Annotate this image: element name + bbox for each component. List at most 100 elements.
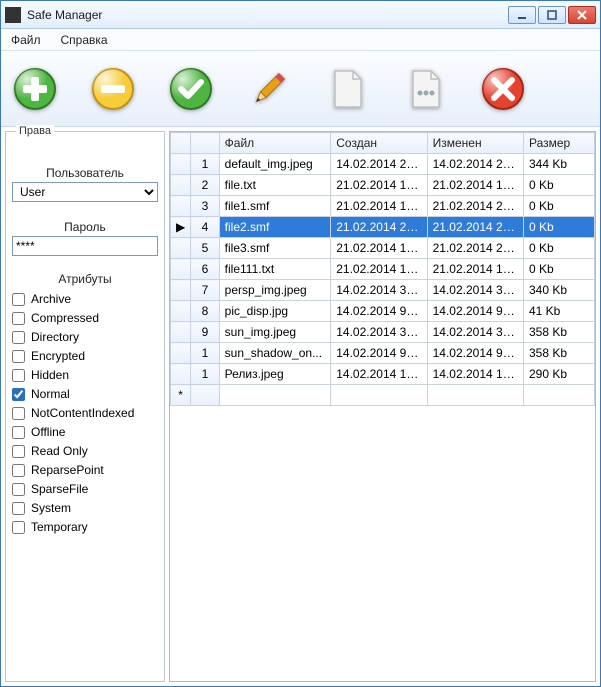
- cell-empty[interactable]: [523, 385, 594, 406]
- table-row[interactable]: 3file1.smf21.02.2014 17:2...21.02.2014 2…: [171, 196, 595, 217]
- cell-modified[interactable]: 21.02.2014 23:0...: [427, 238, 523, 259]
- attr-checkbox[interactable]: [12, 388, 25, 401]
- cell-created[interactable]: 21.02.2014 17:2...: [331, 259, 427, 280]
- cell-size[interactable]: 0 Kb: [523, 238, 594, 259]
- attr-checkbox[interactable]: [12, 445, 25, 458]
- cancel-button[interactable]: [477, 63, 529, 115]
- cell-file[interactable]: persp_img.jpeg: [219, 280, 331, 301]
- cell-modified[interactable]: 14.02.2014 2:54:...: [427, 154, 523, 175]
- cell-modified[interactable]: 14.02.2014 3:10:...: [427, 280, 523, 301]
- cell-created[interactable]: 21.02.2014 17:2...: [331, 196, 427, 217]
- remove-button[interactable]: [87, 63, 139, 115]
- attr-checkbox[interactable]: [12, 369, 25, 382]
- cell-file[interactable]: file1.smf: [219, 196, 331, 217]
- table-row[interactable]: 1Релиз.jpeg14.02.2014 12:5...14.02.2014 …: [171, 364, 595, 385]
- cell-created[interactable]: 14.02.2014 9:43:...: [331, 343, 427, 364]
- attr-checkbox[interactable]: [12, 331, 25, 344]
- cell-size[interactable]: 0 Kb: [523, 259, 594, 280]
- cell-file[interactable]: file111.txt: [219, 259, 331, 280]
- cell-empty[interactable]: [219, 385, 331, 406]
- cell-file[interactable]: file2.smf: [219, 217, 331, 238]
- cell-modified[interactable]: 14.02.2014 9:29:...: [427, 301, 523, 322]
- attr-hidden[interactable]: Hidden: [12, 368, 158, 382]
- table-row[interactable]: 1sun_shadow_on...14.02.2014 9:43:...14.0…: [171, 343, 595, 364]
- cell-modified[interactable]: 14.02.2014 9:43:...: [427, 343, 523, 364]
- cell-file[interactable]: Релиз.jpeg: [219, 364, 331, 385]
- cell-file[interactable]: pic_disp.jpg: [219, 301, 331, 322]
- cell-size[interactable]: 0 Kb: [523, 175, 594, 196]
- cell-created[interactable]: 21.02.2014 17:2...: [331, 175, 427, 196]
- attr-checkbox[interactable]: [12, 293, 25, 306]
- cell-empty[interactable]: [427, 385, 523, 406]
- table-row[interactable]: 7persp_img.jpeg14.02.2014 3:10:...14.02.…: [171, 280, 595, 301]
- cell-size[interactable]: 0 Kb: [523, 217, 594, 238]
- file-options-button[interactable]: [399, 63, 451, 115]
- menu-help[interactable]: Справка: [57, 31, 112, 49]
- cell-modified[interactable]: 14.02.2014 12:5...: [427, 364, 523, 385]
- add-button[interactable]: [9, 63, 61, 115]
- grid-header-indicator[interactable]: [171, 133, 191, 154]
- cell-modified[interactable]: 21.02.2014 22:5...: [427, 217, 523, 238]
- grid-header-file[interactable]: Файл: [219, 133, 331, 154]
- close-button[interactable]: [568, 6, 596, 24]
- table-row[interactable]: 1default_img.jpeg14.02.2014 2:54:...14.0…: [171, 154, 595, 175]
- confirm-button[interactable]: [165, 63, 217, 115]
- cell-size[interactable]: 340 Kb: [523, 280, 594, 301]
- file-grid[interactable]: Файл Создан Изменен Размер 1default_img.…: [169, 131, 596, 682]
- attr-checkbox[interactable]: [12, 407, 25, 420]
- cell-size[interactable]: 358 Kb: [523, 322, 594, 343]
- attr-reparsepoint[interactable]: ReparsePoint: [12, 463, 158, 477]
- cell-file[interactable]: file3.smf: [219, 238, 331, 259]
- attr-encrypted[interactable]: Encrypted: [12, 349, 158, 363]
- table-row[interactable]: 8pic_disp.jpg14.02.2014 9:30:...14.02.20…: [171, 301, 595, 322]
- cell-created[interactable]: 14.02.2014 2:54:...: [331, 154, 427, 175]
- cell-modified[interactable]: 21.02.2014 17:2...: [427, 175, 523, 196]
- cell-created[interactable]: 14.02.2014 3:10:...: [331, 280, 427, 301]
- attr-archive[interactable]: Archive: [12, 292, 158, 306]
- cell-file[interactable]: sun_img.jpeg: [219, 322, 331, 343]
- cell-created[interactable]: 21.02.2014 22:5...: [331, 217, 427, 238]
- attr-sparsefile[interactable]: SparseFile: [12, 482, 158, 496]
- cell-file[interactable]: default_img.jpeg: [219, 154, 331, 175]
- grid-header-number[interactable]: [191, 133, 219, 154]
- attr-read only[interactable]: Read Only: [12, 444, 158, 458]
- attr-checkbox[interactable]: [12, 464, 25, 477]
- cell-file[interactable]: file.txt: [219, 175, 331, 196]
- cell-created[interactable]: 14.02.2014 12:5...: [331, 364, 427, 385]
- attr-offline[interactable]: Offline: [12, 425, 158, 439]
- attr-checkbox[interactable]: [12, 483, 25, 496]
- attr-compressed[interactable]: Compressed: [12, 311, 158, 325]
- table-row[interactable]: 2file.txt21.02.2014 17:2...21.02.2014 17…: [171, 175, 595, 196]
- table-row[interactable]: 5file3.smf21.02.2014 17:5...21.02.2014 2…: [171, 238, 595, 259]
- new-file-button[interactable]: [321, 63, 373, 115]
- cell-size[interactable]: 358 Kb: [523, 343, 594, 364]
- cell-created[interactable]: 14.02.2014 3:21:...: [331, 322, 427, 343]
- cell-size[interactable]: 344 Kb: [523, 154, 594, 175]
- attr-system[interactable]: System: [12, 501, 158, 515]
- edit-button[interactable]: [243, 63, 295, 115]
- maximize-button[interactable]: [538, 6, 566, 24]
- table-row[interactable]: 6file111.txt21.02.2014 17:2...21.02.2014…: [171, 259, 595, 280]
- table-row[interactable]: 9sun_img.jpeg14.02.2014 3:21:...14.02.20…: [171, 322, 595, 343]
- grid-header-size[interactable]: Размер: [523, 133, 594, 154]
- attr-checkbox[interactable]: [12, 350, 25, 363]
- attr-directory[interactable]: Directory: [12, 330, 158, 344]
- minimize-button[interactable]: [508, 6, 536, 24]
- user-select[interactable]: User: [12, 182, 158, 202]
- cell-empty[interactable]: [331, 385, 427, 406]
- attr-checkbox[interactable]: [12, 521, 25, 534]
- table-row[interactable]: ▶4file2.smf21.02.2014 22:5...21.02.2014 …: [171, 217, 595, 238]
- cell-modified[interactable]: 21.02.2014 17:2...: [427, 259, 523, 280]
- menu-file[interactable]: Файл: [7, 31, 45, 49]
- attr-checkbox[interactable]: [12, 312, 25, 325]
- cell-modified[interactable]: 21.02.2014 21:4...: [427, 196, 523, 217]
- attr-temporary[interactable]: Temporary: [12, 520, 158, 534]
- password-input[interactable]: [12, 236, 158, 256]
- cell-file[interactable]: sun_shadow_on...: [219, 343, 331, 364]
- cell-created[interactable]: 21.02.2014 17:5...: [331, 238, 427, 259]
- cell-created[interactable]: 14.02.2014 9:30:...: [331, 301, 427, 322]
- grid-header-created[interactable]: Создан: [331, 133, 427, 154]
- cell-modified[interactable]: 14.02.2014 3:21:...: [427, 322, 523, 343]
- cell-size[interactable]: 41 Kb: [523, 301, 594, 322]
- attr-normal[interactable]: Normal: [12, 387, 158, 401]
